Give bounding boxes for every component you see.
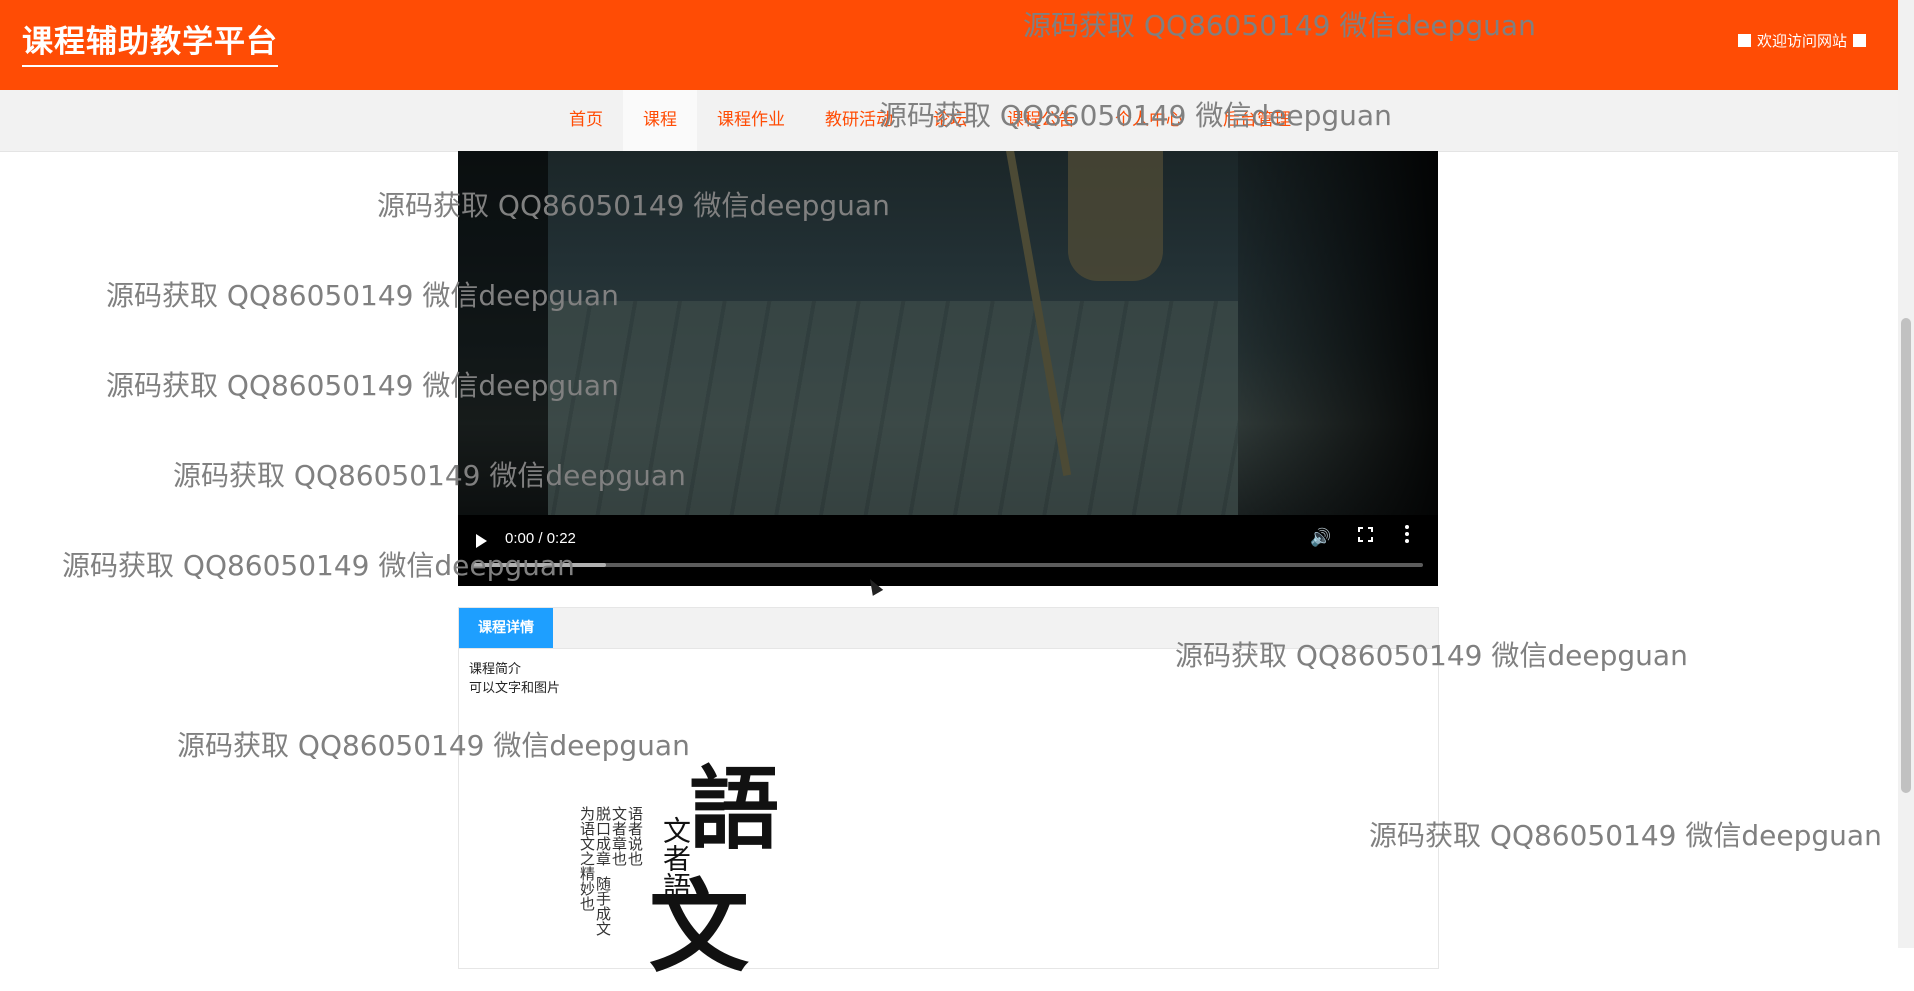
frame-shadow-left (458, 151, 548, 515)
frame-floor (548, 301, 1238, 515)
video-controls: 0:00 / 0:22 🔊 (458, 515, 1438, 586)
tab-bar: 课程详情 (459, 608, 1438, 649)
frame-shadow-right (1238, 151, 1438, 515)
video-frame[interactable] (458, 151, 1438, 515)
welcome-text: 欢迎访问网站 (1756, 32, 1847, 50)
poster-col-2: 文者章也 (610, 806, 628, 866)
nav-bar: 首页 课程 课程作业 教研活动 论坛 课程公告 个人中心 后台管理 (0, 90, 1898, 152)
course-intro: 课程简介 可以文字和图片 (469, 660, 560, 698)
nav-item-notice[interactable]: 课程公告 (987, 90, 1095, 151)
nav-item-course[interactable]: 课程 (623, 90, 697, 151)
nav-item-profile[interactable]: 个人中心 (1095, 90, 1203, 151)
watermark: 源码获取 QQ86050149 微信deepguan (1369, 819, 1882, 852)
volume-icon[interactable]: 🔊 (1310, 528, 1331, 548)
scrollbar-thumb[interactable] (1901, 318, 1911, 793)
video-buffered (473, 563, 606, 567)
nav-item-research[interactable]: 教研活动 (805, 90, 913, 151)
nav-item-admin[interactable]: 后台管理 (1203, 90, 1311, 151)
poster-col-5: 为语文之精妙也 (578, 806, 596, 911)
site-title[interactable]: 课程辅助教学平台 (22, 16, 278, 67)
scrollbar[interactable] (1898, 0, 1914, 948)
nav-list: 首页 课程 课程作业 教研活动 论坛 课程公告 个人中心 后台管理 (549, 90, 1311, 151)
header: 课程辅助教学平台 欢迎访问网站 (0, 0, 1898, 90)
poster-col-1: 语者说也 (626, 806, 644, 866)
more-options-icon[interactable] (1405, 525, 1409, 543)
course-details-panel: 课程详情 课程简介 可以文字和图片 語 文者語 语者说也 文者章也 脱口成章 随… (458, 607, 1439, 986)
intro-text: 可以文字和图片 (469, 681, 561, 696)
course-poster-image: 語 文者語 语者说也 文者章也 脱口成章 随手成文 为语文之精妙也 文 (578, 736, 839, 986)
nav-item-forum[interactable]: 论坛 (913, 90, 987, 151)
poster-col-4: 随手成文 (594, 876, 612, 936)
tab-course-details[interactable]: 课程详情 (459, 608, 553, 648)
frame-figure (1068, 151, 1163, 281)
nav-item-homework[interactable]: 课程作业 (697, 90, 805, 151)
welcome-area: 欢迎访问网站 (1737, 30, 1866, 51)
nav-item-home[interactable]: 首页 (549, 90, 623, 151)
poster-col-3: 脱口成章 (594, 806, 612, 866)
intro-title: 课程简介 (469, 662, 522, 677)
video-player[interactable]: 0:00 / 0:22 🔊 (458, 151, 1438, 586)
play-icon[interactable] (476, 534, 487, 548)
fullscreen-icon[interactable] (1358, 527, 1373, 542)
square-icon (1737, 34, 1751, 47)
square-icon (1853, 34, 1866, 47)
video-time: 0:00 / 0:22 (505, 530, 576, 547)
video-progress-bar[interactable] (473, 563, 1423, 567)
poster-char-bottom: 文 (649, 868, 749, 986)
